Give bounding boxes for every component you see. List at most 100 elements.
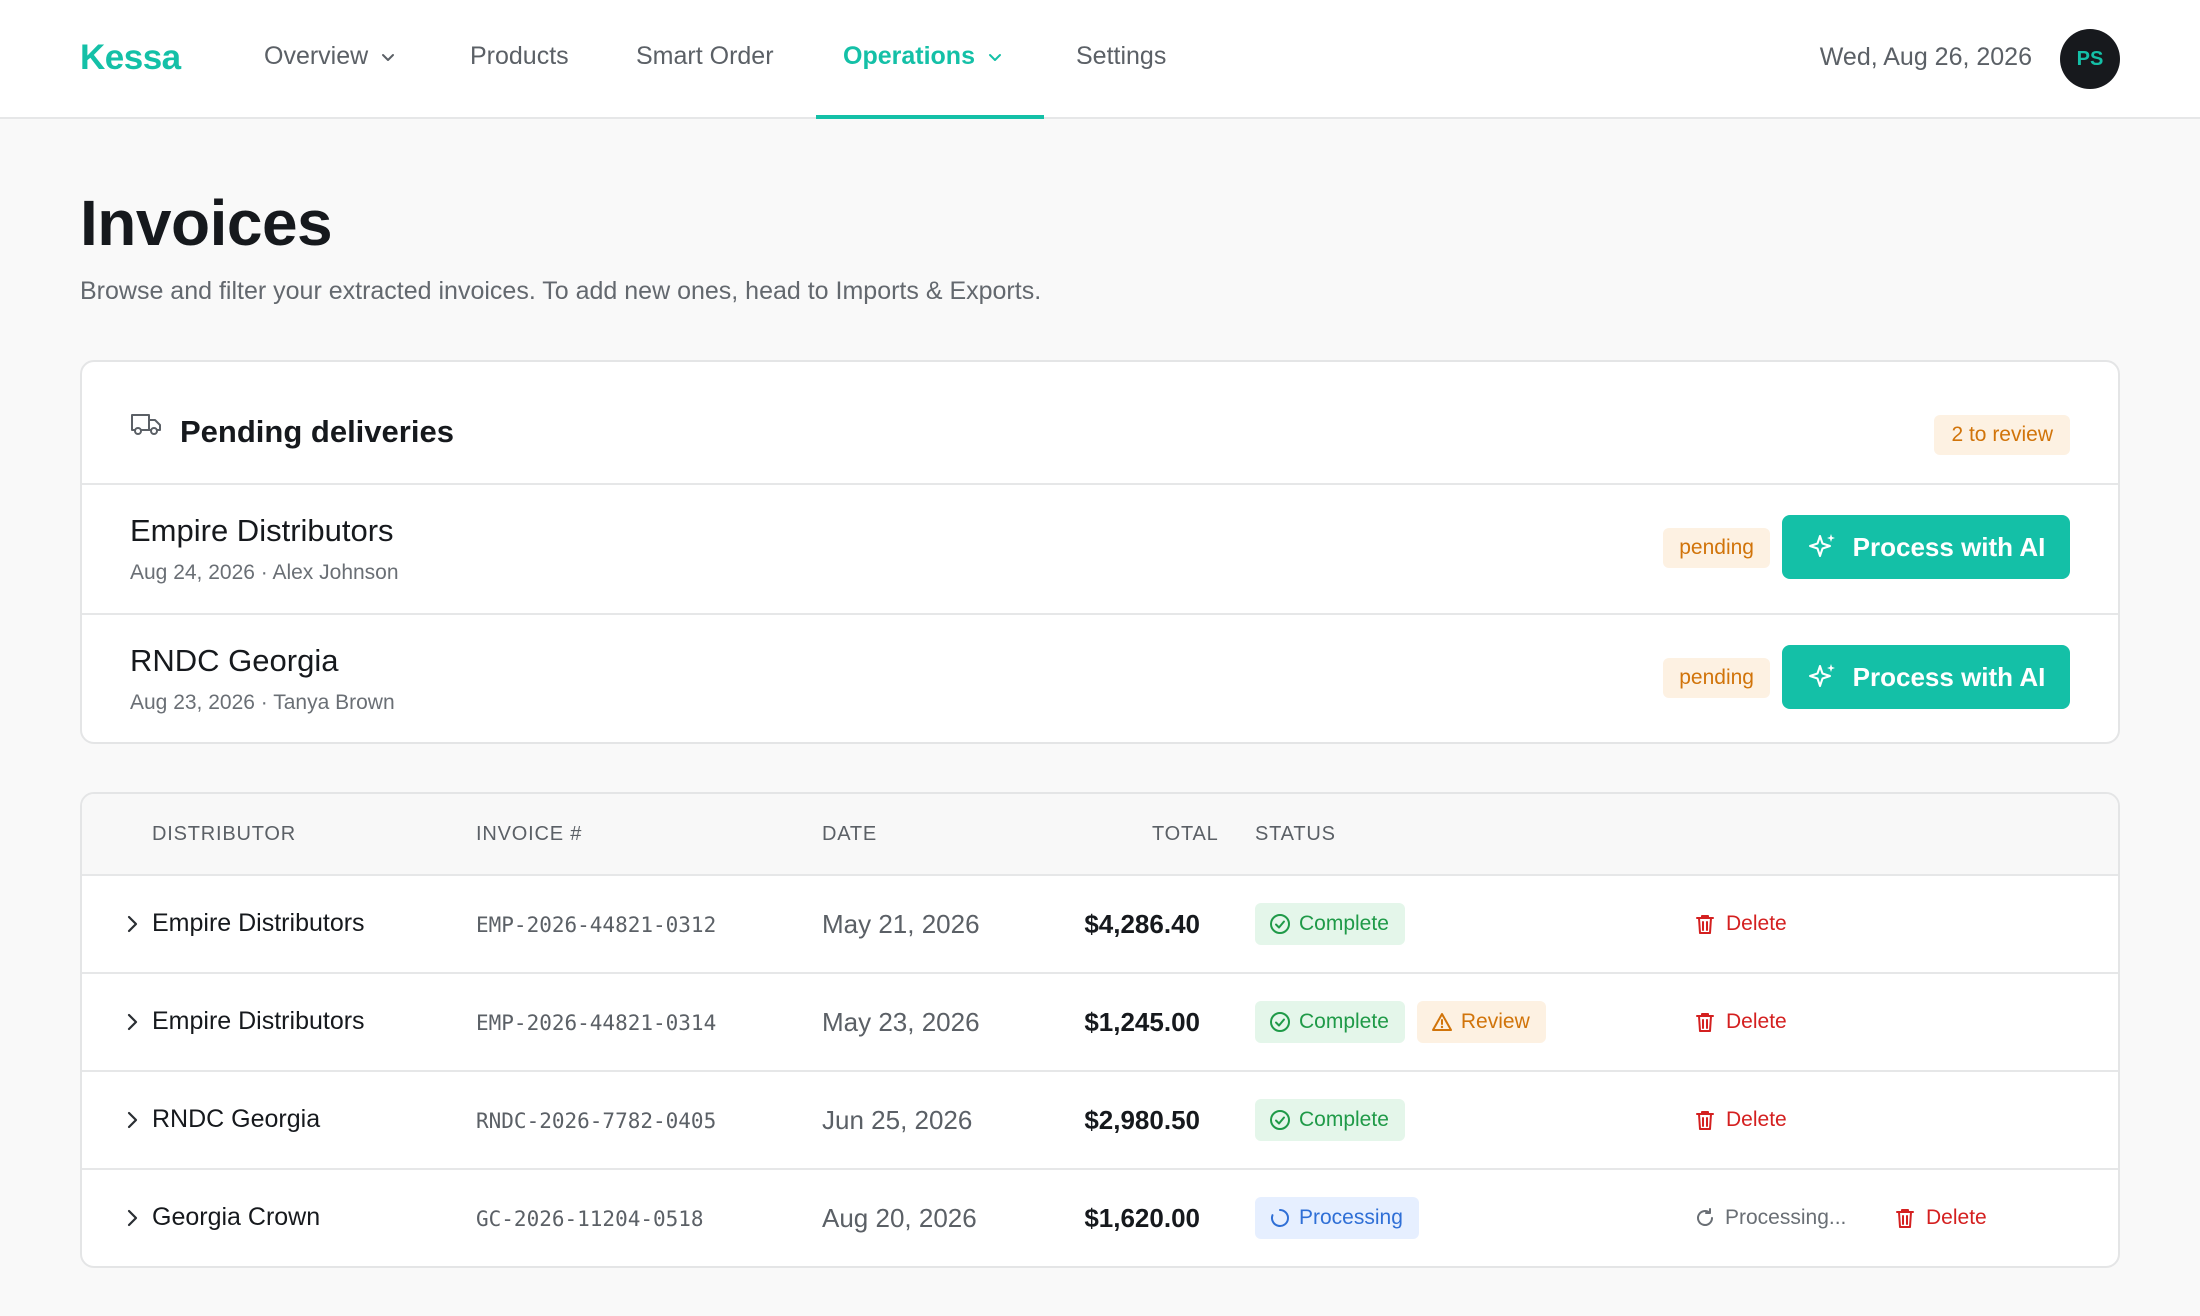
pending-deliveries-card: Pending deliveries 2 to review Empire Di… xyxy=(80,360,2120,744)
nav-operations-label: Operations xyxy=(843,42,975,70)
nav-overview[interactable]: Overview xyxy=(264,42,396,71)
trash-icon xyxy=(1696,1013,1714,1032)
process-with-ai-label: Process with AI xyxy=(1852,661,2046,692)
cell-total: $1,620.00 xyxy=(1084,1203,1200,1233)
status-badges: Complete xyxy=(1255,903,1405,945)
trash-icon xyxy=(1696,915,1714,934)
cell-date: May 23, 2026 xyxy=(822,1007,980,1037)
invoices-table: DISTRIBUTOR INVOICE # DATE TOTAL STATUS … xyxy=(80,792,2120,1268)
status-label: Complete xyxy=(1299,912,1389,935)
table-row[interactable]: Empire Distributors EMP-2026-44821-0312 … xyxy=(82,876,2118,974)
table-row[interactable]: Empire Distributors EMP-2026-44821-0314 … xyxy=(82,974,2118,1072)
warning-icon xyxy=(1431,1013,1452,1031)
header-date[interactable]: DATE xyxy=(822,823,877,846)
chevron-right-icon[interactable] xyxy=(120,1010,144,1034)
nav-products-label: Products xyxy=(470,42,569,70)
cell-total: $2,980.50 xyxy=(1084,1105,1200,1135)
delete-label: Delete xyxy=(1726,1010,1787,1033)
chevron-down-icon xyxy=(382,53,395,61)
cell-date: Jun 25, 2026 xyxy=(822,1105,973,1135)
delete-button[interactable]: Delete xyxy=(1694,912,1787,936)
cell-total: $1,245.00 xyxy=(1084,1007,1200,1037)
nav-settings-label: Settings xyxy=(1076,42,1167,70)
nav-settings[interactable]: Settings xyxy=(1076,42,1166,71)
cell-date: May 21, 2026 xyxy=(822,909,980,939)
cell-invoice-number: RNDC-2026-7782-0405 xyxy=(476,1109,717,1133)
status-badge-complete: Complete xyxy=(1255,1001,1405,1043)
status-badges: Complete Review xyxy=(1255,1001,1546,1043)
top-nav: Kessa Overview Products Smart Order Oper… xyxy=(0,0,2200,119)
pending-delivery-meta: Aug 23, 2026 · Tanya Brown xyxy=(130,691,395,714)
nav-overview-label: Overview xyxy=(264,42,369,70)
delete-label: Delete xyxy=(1726,1108,1787,1131)
delete-button[interactable]: Delete xyxy=(1894,1206,1987,1230)
page-subtitle: Browse and filter your extracted invoice… xyxy=(80,277,1042,305)
cell-invoice-number: EMP-2026-44821-0312 xyxy=(476,913,717,937)
truck-icon xyxy=(131,414,161,435)
trash-icon xyxy=(1696,1111,1714,1130)
pending-deliveries-header: Pending deliveries 2 to review xyxy=(82,362,2118,485)
sparkles-icon xyxy=(1808,534,1835,557)
status-label: Processing xyxy=(1299,1206,1403,1229)
header-status[interactable]: STATUS xyxy=(1255,823,1336,846)
delete-label: Delete xyxy=(1726,912,1787,935)
status-label: Complete xyxy=(1299,1010,1389,1033)
cell-distributor: RNDC Georgia xyxy=(152,1105,321,1133)
cell-date: Aug 20, 2026 xyxy=(822,1203,977,1233)
nav-smart-order[interactable]: Smart Order xyxy=(636,42,774,71)
delete-label: Delete xyxy=(1926,1206,1987,1229)
chevron-right-icon[interactable] xyxy=(120,1108,144,1132)
cell-invoice-number: EMP-2026-44821-0314 xyxy=(476,1011,717,1035)
trash-icon xyxy=(1896,1209,1914,1228)
chevron-right-icon[interactable] xyxy=(120,1206,144,1230)
nav-products[interactable]: Products xyxy=(470,42,569,71)
status-badges: Processing xyxy=(1255,1197,1419,1239)
status-badges: Complete xyxy=(1255,1099,1405,1141)
cell-distributor: Empire Distributors xyxy=(152,909,365,937)
status-label: Complete xyxy=(1299,1108,1389,1131)
status-badge-processing: Processing xyxy=(1255,1197,1419,1239)
process-with-ai-button[interactable]: Process with AI xyxy=(1782,645,2070,709)
status-badge-complete: Complete xyxy=(1255,903,1405,945)
check-circle-icon xyxy=(1270,914,1290,934)
header-total[interactable]: TOTAL xyxy=(1152,823,1219,846)
refresh-icon xyxy=(1697,1208,1713,1226)
avatar[interactable]: PS xyxy=(2060,29,2120,89)
spinner-icon xyxy=(1271,1209,1289,1227)
pending-status-badge: pending xyxy=(1663,528,1770,568)
process-with-ai-button[interactable]: Process with AI xyxy=(1782,515,2070,579)
nav-operations[interactable]: Operations xyxy=(843,42,1003,71)
header-distributor[interactable]: DISTRIBUTOR xyxy=(152,823,296,846)
table-row[interactable]: RNDC Georgia RNDC-2026-7782-0405 Jun 25,… xyxy=(82,1072,2118,1170)
cell-distributor: Empire Distributors xyxy=(152,1007,365,1035)
chevron-right-icon[interactable] xyxy=(120,912,144,936)
pending-delivery-name: RNDC Georgia xyxy=(130,643,339,678)
cell-distributor: Georgia Crown xyxy=(152,1203,321,1231)
status-badge-review: Review xyxy=(1416,1001,1546,1043)
current-date: Wed, Aug 26, 2026 xyxy=(1819,43,2032,71)
logo[interactable]: Kessa xyxy=(80,38,181,78)
pending-status-badge: pending xyxy=(1663,658,1770,698)
pending-delivery-name: Empire Distributors xyxy=(130,513,394,548)
pending-delivery-meta: Aug 24, 2026 · Alex Johnson xyxy=(130,561,399,584)
check-circle-icon xyxy=(1270,1110,1290,1130)
status-badge-complete: Complete xyxy=(1255,1099,1405,1141)
pending-delivery-row: RNDC Georgia Aug 23, 2026 · Tanya Brown … xyxy=(82,615,2118,742)
pending-delivery-row: Empire Distributors Aug 24, 2026 · Alex … xyxy=(82,485,2118,615)
pending-deliveries-title: Pending deliveries xyxy=(180,414,454,449)
cell-invoice-number: GC-2026-11204-0518 xyxy=(476,1207,704,1231)
processing-label: Processing... xyxy=(1725,1206,1847,1229)
table-row[interactable]: Georgia Crown GC-2026-11204-0518 Aug 20,… xyxy=(82,1170,2118,1266)
delete-button[interactable]: Delete xyxy=(1694,1010,1787,1034)
sparkles-icon xyxy=(1808,664,1835,687)
review-count-badge: 2 to review xyxy=(1934,415,2070,455)
header-invoice[interactable]: INVOICE # xyxy=(476,823,582,846)
process-with-ai-label: Process with AI xyxy=(1852,531,2046,562)
page-title: Invoices xyxy=(80,187,333,259)
table-header: DISTRIBUTOR INVOICE # DATE TOTAL STATUS xyxy=(82,794,2118,876)
chevron-down-icon xyxy=(988,53,1001,61)
delete-button[interactable]: Delete xyxy=(1694,1108,1787,1132)
status-label: Review xyxy=(1460,1010,1530,1033)
active-tab-indicator xyxy=(816,115,1044,119)
processing-indicator: Processing... xyxy=(1694,1206,1846,1230)
